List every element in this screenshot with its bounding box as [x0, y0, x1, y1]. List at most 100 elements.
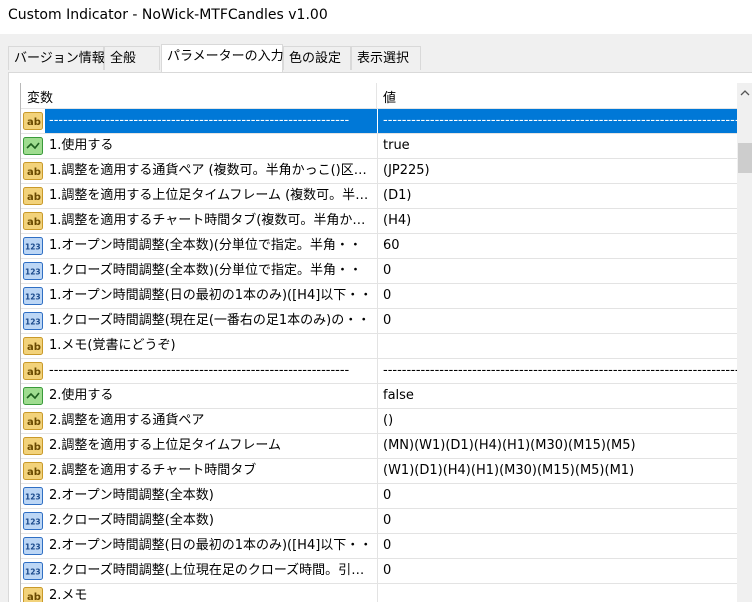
string-type-icon: ab [23, 187, 43, 205]
vertical-scrollbar[interactable] [737, 83, 752, 602]
number-type-icon: 123 [23, 312, 43, 330]
parameter-value[interactable]: 0 [377, 509, 738, 533]
parameter-row[interactable]: ab--------------------------------------… [21, 109, 738, 134]
parameter-value[interactable]: ----------------------------------------… [377, 359, 738, 383]
parameter-row[interactable]: ab 1.調整を適用する上位足タイムフレーム (複数可。半・・(D1) [21, 184, 738, 209]
parameter-value[interactable]: (MN)(W1)(D1)(H4)(H1)(M30)(M15)(M5) [377, 434, 738, 458]
parameter-name[interactable]: 2.クローズ時間調整(全本数) [49, 509, 374, 533]
parameter-value[interactable]: (H4) [377, 209, 738, 233]
parameter-name[interactable]: 1.クローズ時間調整(全本数)(分単位で指定。半角・・ [49, 259, 374, 283]
parameter-row[interactable]: 123 1.クローズ時間調整(全本数)(分単位で指定。半角・・0 [21, 259, 738, 284]
tab-general[interactable]: 全般 [104, 46, 160, 70]
string-type-icon: ab [23, 337, 43, 355]
parameter-name[interactable]: 2.クローズ時間調整(上位現在足のクローズ時間。引く… [49, 559, 374, 583]
string-type-icon: ab [23, 162, 43, 180]
parameter-value[interactable]: 0 [377, 559, 738, 583]
svg-text:123: 123 [25, 268, 41, 277]
parameter-value[interactable]: 0 [377, 284, 738, 308]
bool-type-icon [23, 137, 43, 155]
parameter-row[interactable]: ab --------------------------------------… [21, 359, 738, 384]
parameter-value[interactable]: false [377, 384, 738, 408]
svg-text:123: 123 [25, 543, 41, 552]
header-value[interactable]: 値 [383, 87, 396, 106]
number-type-icon: 123 [23, 262, 43, 280]
number-type-icon: 123 [23, 562, 43, 580]
svg-text:ab: ab [27, 167, 41, 178]
svg-text:ab: ab [27, 367, 41, 378]
svg-text:123: 123 [25, 293, 41, 302]
parameter-value[interactable]: () [377, 409, 738, 433]
svg-text:123: 123 [25, 568, 41, 577]
parameter-row[interactable]: ab 2.メモ [21, 584, 738, 602]
parameter-value[interactable] [377, 584, 738, 602]
parameter-name[interactable]: 1.使用する [49, 134, 374, 158]
parameter-row[interactable]: 123 2.オープン時間調整(全本数)0 [21, 484, 738, 509]
parameter-row[interactable]: ab2.調整を適用するチャート時間タブ(W1)(D1)(H4)(H1)(M30)… [21, 459, 738, 484]
parameter-row[interactable]: ab2.調整を適用する上位足タイムフレーム(MN)(W1)(D1)(H4)(H1… [21, 434, 738, 459]
parameter-name[interactable]: 2.調整を適用する上位足タイムフレーム [49, 434, 374, 458]
parameter-name[interactable]: 1.メモ(覚書にどうぞ) [49, 334, 374, 358]
svg-text:ab: ab [27, 342, 41, 353]
parameter-value[interactable]: (W1)(D1)(H4)(H1)(M30)(M15)(M5)(M1) [377, 459, 738, 483]
parameter-name[interactable]: 2.調整を適用する通貨ペア [49, 409, 374, 433]
parameter-name[interactable]: 1.オープン時間調整(日の最初の1本のみ)([H4]以下・・ [49, 284, 374, 308]
parameter-row[interactable]: 1.使用するtrue [21, 134, 738, 159]
parameter-row[interactable]: 123 2.クローズ時間調整(上位現在足のクローズ時間。引く…0 [21, 559, 738, 584]
parameter-value[interactable]: 60 [377, 234, 738, 258]
parameter-value[interactable]: (D1) [377, 184, 738, 208]
parameter-value[interactable]: (JP225) [377, 159, 738, 183]
bool-type-icon [23, 387, 43, 405]
svg-text:123: 123 [25, 318, 41, 327]
parameter-name[interactable]: 1.調整を適用する通貨ペア (複数可。半角かっこ()区・・ [49, 159, 374, 183]
number-type-icon: 123 [23, 512, 43, 530]
parameter-value[interactable] [377, 334, 738, 358]
parameter-row[interactable]: ab 1.調整を適用する通貨ペア (複数可。半角かっこ()区・・(JP225) [21, 159, 738, 184]
parameter-name[interactable]: ----------------------------------------… [49, 359, 374, 383]
string-type-icon: ab [23, 587, 43, 602]
parameter-row[interactable]: ab 1.調整を適用するチャート時間タブ(複数可。半角かっ・・(H4) [21, 209, 738, 234]
parameter-value[interactable]: 0 [377, 309, 738, 333]
parameter-row[interactable]: 123 1.オープン時間調整(全本数)(分単位で指定。半角・・60 [21, 234, 738, 259]
parameter-name[interactable]: ----------------------------------------… [45, 109, 380, 133]
parameter-name[interactable]: 1.調整を適用する上位足タイムフレーム (複数可。半・・ [49, 184, 374, 208]
grid-header: 変数 値 [21, 83, 738, 109]
scroll-thumb[interactable] [738, 143, 752, 173]
tab-strip: バージョン情報 全般 パラメーターの入力 色の設定 表示選択 [0, 44, 752, 72]
parameter-value[interactable]: 0 [377, 484, 738, 508]
parameter-name[interactable]: 2.オープン時間調整(日の最初の1本のみ)([H4]以下・・ [49, 534, 374, 558]
parameter-row[interactable]: 123 2.クローズ時間調整(全本数)0 [21, 509, 738, 534]
parameter-name[interactable]: 2.調整を適用するチャート時間タブ [49, 459, 374, 483]
tab-visualization[interactable]: 表示選択 [351, 46, 421, 70]
parameter-grid: 変数 値 ab---------------------------------… [20, 83, 738, 602]
string-type-icon: ab [23, 112, 43, 130]
parameters-panel: 変数 値 ab---------------------------------… [8, 72, 752, 602]
svg-text:123: 123 [25, 243, 41, 252]
scroll-up-icon[interactable] [740, 89, 750, 96]
parameter-value[interactable]: true [377, 134, 738, 158]
parameter-row[interactable]: 2.使用するfalse [21, 384, 738, 409]
parameter-name[interactable]: 2.メモ [49, 584, 374, 602]
svg-text:123: 123 [25, 518, 41, 527]
string-type-icon: ab [23, 212, 43, 230]
parameter-name[interactable]: 2.オープン時間調整(全本数) [49, 484, 374, 508]
header-variable[interactable]: 変数 [27, 87, 53, 106]
parameter-name[interactable]: 1.オープン時間調整(全本数)(分単位で指定。半角・・ [49, 234, 374, 258]
tab-version-info[interactable]: バージョン情報 [8, 46, 104, 70]
svg-text:ab: ab [27, 192, 41, 203]
parameter-row[interactable]: 123 1.クローズ時間調整(現在足(一番右の足1本のみ)の・・0 [21, 309, 738, 334]
parameter-row[interactable]: ab 1.メモ(覚書にどうぞ) [21, 334, 738, 359]
number-type-icon: 123 [23, 487, 43, 505]
parameter-row[interactable]: 123 2.オープン時間調整(日の最初の1本のみ)([H4]以下・・0 [21, 534, 738, 559]
parameter-name[interactable]: 1.クローズ時間調整(現在足(一番右の足1本のみ)の・・ [49, 309, 374, 333]
svg-text:ab: ab [27, 217, 41, 228]
parameter-row[interactable]: 123 1.オープン時間調整(日の最初の1本のみ)([H4]以下・・0 [21, 284, 738, 309]
tab-colors[interactable]: 色の設定 [283, 46, 351, 70]
parameter-name[interactable]: 2.使用する [49, 384, 374, 408]
parameter-name[interactable]: 1.調整を適用するチャート時間タブ(複数可。半角かっ・・ [49, 209, 374, 233]
parameter-row[interactable]: ab 2.調整を適用する通貨ペア() [21, 409, 738, 434]
parameter-value[interactable]: ----------------------------------------… [377, 109, 738, 133]
parameter-value[interactable]: 0 [377, 534, 738, 558]
parameter-value[interactable]: 0 [377, 259, 738, 283]
tab-parameters[interactable]: パラメーターの入力 [161, 44, 283, 72]
svg-text:ab: ab [27, 417, 41, 428]
